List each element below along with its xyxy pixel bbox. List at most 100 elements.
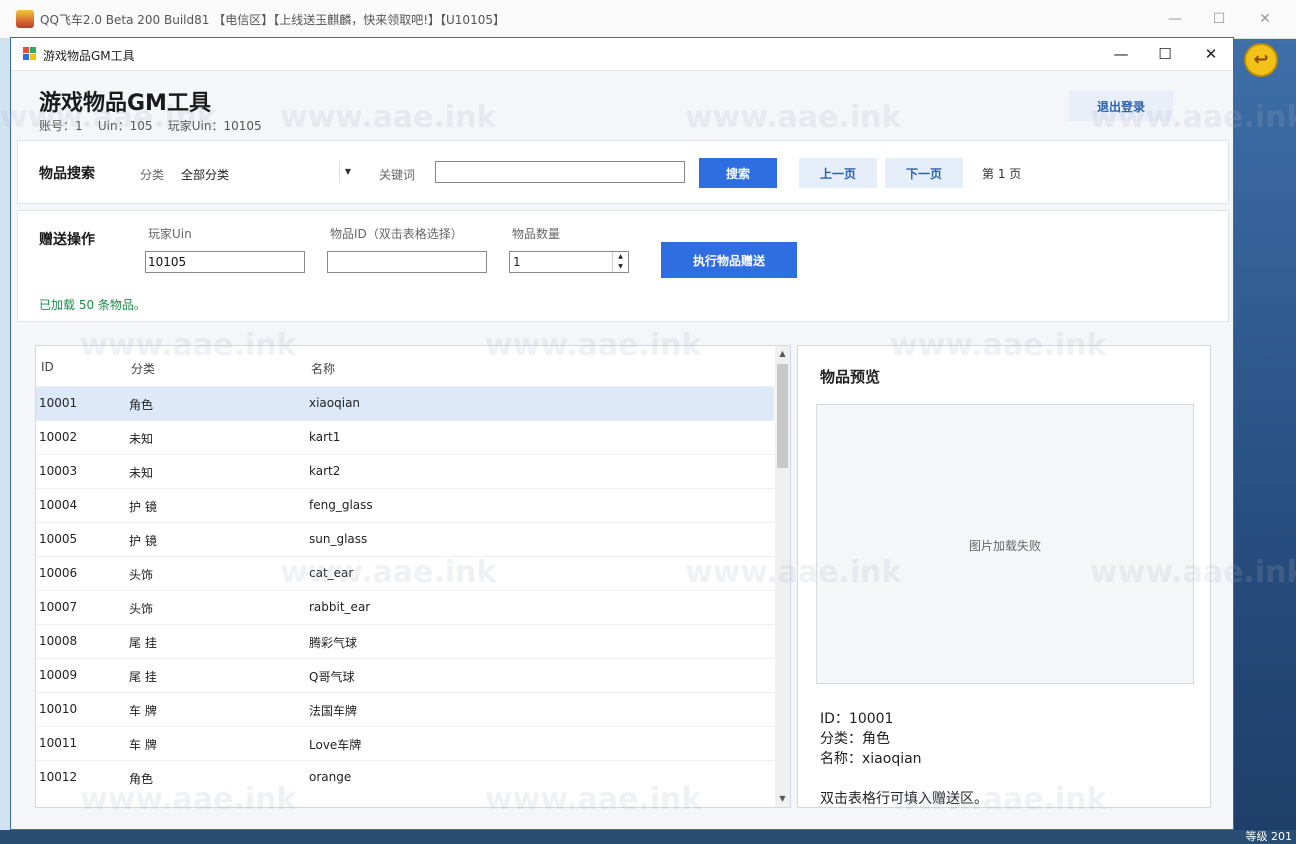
category-select-value: 全部分类: [181, 168, 230, 182]
game-background-strip: ↩: [1234, 39, 1296, 844]
quantity-label: 物品数量: [512, 227, 561, 241]
preview-category: 分类：角色: [820, 731, 890, 747]
cell-name: feng_glass: [309, 498, 373, 512]
cell-id: 10006: [39, 566, 78, 580]
cell-id: 10003: [39, 464, 78, 478]
preview-hint: 双击表格行可填入赠送区。: [820, 791, 988, 807]
cell-category: 角色: [129, 772, 154, 786]
outer-maximize-icon[interactable]: ☐: [1204, 8, 1234, 30]
table-row[interactable]: 10005 护 镜 sun_glass: [36, 522, 774, 556]
cell-name: rabbit_ear: [309, 600, 371, 614]
close-icon[interactable]: ✕: [1191, 42, 1231, 66]
scroll-down-icon[interactable]: ▼: [775, 791, 790, 807]
table-row[interactable]: 10012 角色 orange: [36, 760, 774, 794]
cell-name: cat_ear: [309, 566, 354, 580]
cell-id: 10005: [39, 532, 78, 546]
preview-name: 名称：xiaoqian: [820, 751, 922, 767]
outer-close-icon[interactable]: ✕: [1250, 8, 1280, 30]
cell-name: Love车牌: [309, 738, 362, 752]
cell-category: 尾 挂: [129, 636, 157, 650]
prev-page-button[interactable]: 上一页: [799, 158, 877, 188]
cell-id: 10008: [39, 634, 78, 648]
scrollbar-thumb[interactable]: [777, 364, 788, 468]
game-app-icon: [16, 10, 34, 28]
cell-id: 10002: [39, 430, 78, 444]
cell-category: 车 牌: [129, 704, 157, 718]
cell-name: kart1: [309, 430, 341, 444]
stepper-up-icon[interactable]: ▲: [612, 252, 628, 262]
cell-name: xiaoqian: [309, 396, 361, 410]
game-status-bar: 等级 201: [0, 830, 1296, 844]
table-row[interactable]: 10008 尾 挂 腾彩气球: [36, 624, 774, 658]
cell-id: 10011: [39, 736, 78, 750]
preview-image: 图片加载失败: [816, 404, 1194, 684]
cell-category: 车 牌: [129, 738, 157, 752]
player-uin-input[interactable]: [145, 251, 305, 273]
preview-id: ID：10001: [820, 711, 894, 727]
return-arrow-icon[interactable]: ↩: [1244, 43, 1278, 77]
cell-id: 10012: [39, 770, 78, 784]
account-info: 账号：1 Uin：105 玩家Uin：10105: [39, 119, 262, 133]
column-header-name[interactable]: 名称: [311, 360, 335, 377]
column-header-id[interactable]: ID: [41, 360, 54, 374]
table-scrollbar[interactable]: ▲ ▼: [775, 346, 790, 807]
next-page-button[interactable]: 下一页: [885, 158, 963, 188]
table-row[interactable]: 10010 车 牌 法国车牌: [36, 692, 774, 726]
cell-category: 头饰: [129, 602, 154, 616]
preview-title: 物品预览: [820, 368, 881, 386]
app-header: 游戏物品GM工具 账号：1 Uin：105 玩家Uin：10105 退出登录: [11, 71, 1233, 137]
execute-gift-button[interactable]: 执行物品赠送: [661, 242, 797, 278]
table-row[interactable]: 10004 护 镜 feng_glass: [36, 488, 774, 522]
minimize-icon[interactable]: —: [1101, 42, 1141, 66]
gift-panel: 赠送操作 玩家Uin 物品ID（双击表格选择） 物品数量 1 ▲ ▼ 执行物品赠…: [17, 210, 1229, 322]
cell-category: 护 镜: [129, 500, 157, 514]
cell-id: 10010: [39, 702, 78, 716]
window-title: 游戏物品GM工具: [43, 49, 135, 63]
cell-name: kart2: [309, 464, 341, 478]
keyword-input[interactable]: [435, 161, 685, 183]
cell-category: 角色: [129, 398, 154, 412]
gift-section-title: 赠送操作: [39, 232, 95, 248]
search-button[interactable]: 搜索: [699, 158, 777, 188]
table-header: ID 分类 名称: [36, 346, 774, 386]
cell-category: 头饰: [129, 568, 154, 582]
chevron-down-icon[interactable]: ▼: [339, 161, 356, 183]
app-grid-icon: [23, 47, 37, 61]
level-badge: 等级 201: [1245, 830, 1293, 843]
table-row[interactable]: 10006 头饰 cat_ear: [36, 556, 774, 590]
cell-category: 未知: [129, 466, 154, 480]
keyword-label: 关键词: [379, 168, 416, 182]
search-panel: 物品搜索 分类 全部分类 ▼ 关键词 搜索 上一页 下一页 第 1 页: [17, 140, 1229, 204]
cell-id: 10001: [39, 396, 78, 410]
table-row[interactable]: 10002 未知 kart1: [36, 420, 774, 454]
table-row[interactable]: 10009 尾 挂 Q哥气球: [36, 658, 774, 692]
quantity-value: 1: [513, 255, 521, 269]
table-row[interactable]: 10007 头饰 rabbit_ear: [36, 590, 774, 624]
cell-name: sun_glass: [309, 532, 368, 546]
quantity-stepper[interactable]: 1 ▲ ▼: [509, 251, 629, 273]
table-row[interactable]: 10011 车 牌 Love车牌: [36, 726, 774, 760]
scroll-up-icon[interactable]: ▲: [775, 346, 790, 362]
page-title: 游戏物品GM工具: [39, 91, 211, 116]
table-row[interactable]: 10001 角色 xiaoqian: [36, 386, 774, 420]
cell-id: 10009: [39, 668, 78, 682]
category-select[interactable]: 全部分类 ▼: [176, 161, 356, 183]
outer-title-bar: QQ飞车2.0 Beta 200 Build81 【电信区】【上线送玉麒麟，快来…: [0, 0, 1296, 39]
cell-category: 尾 挂: [129, 670, 157, 684]
player-uin-label: 玩家Uin: [148, 227, 192, 241]
window-title-bar: 游戏物品GM工具 — ☐ ✕: [11, 38, 1233, 71]
item-id-input[interactable]: [327, 251, 487, 273]
cell-name: Q哥气球: [309, 670, 355, 684]
status-message: 已加载 50 条物品。: [39, 298, 146, 312]
logout-button[interactable]: 退出登录: [1069, 91, 1173, 121]
cell-name: orange: [309, 770, 352, 784]
outer-window-title: QQ飞车2.0 Beta 200 Build81 【电信区】【上线送玉麒麟，快来…: [40, 13, 505, 27]
outer-minimize-icon[interactable]: —: [1160, 8, 1190, 30]
stepper-down-icon[interactable]: ▼: [612, 262, 628, 272]
cell-name: 腾彩气球: [309, 636, 358, 650]
maximize-icon[interactable]: ☐: [1145, 42, 1185, 66]
table-row[interactable]: 10003 未知 kart2: [36, 454, 774, 488]
item-table[interactable]: ID 分类 名称 10001 角色 xiaoqian 10002 未知 kart1 1000…: [35, 345, 791, 808]
column-header-category[interactable]: 分类: [131, 360, 155, 377]
cell-id: 10007: [39, 600, 78, 614]
